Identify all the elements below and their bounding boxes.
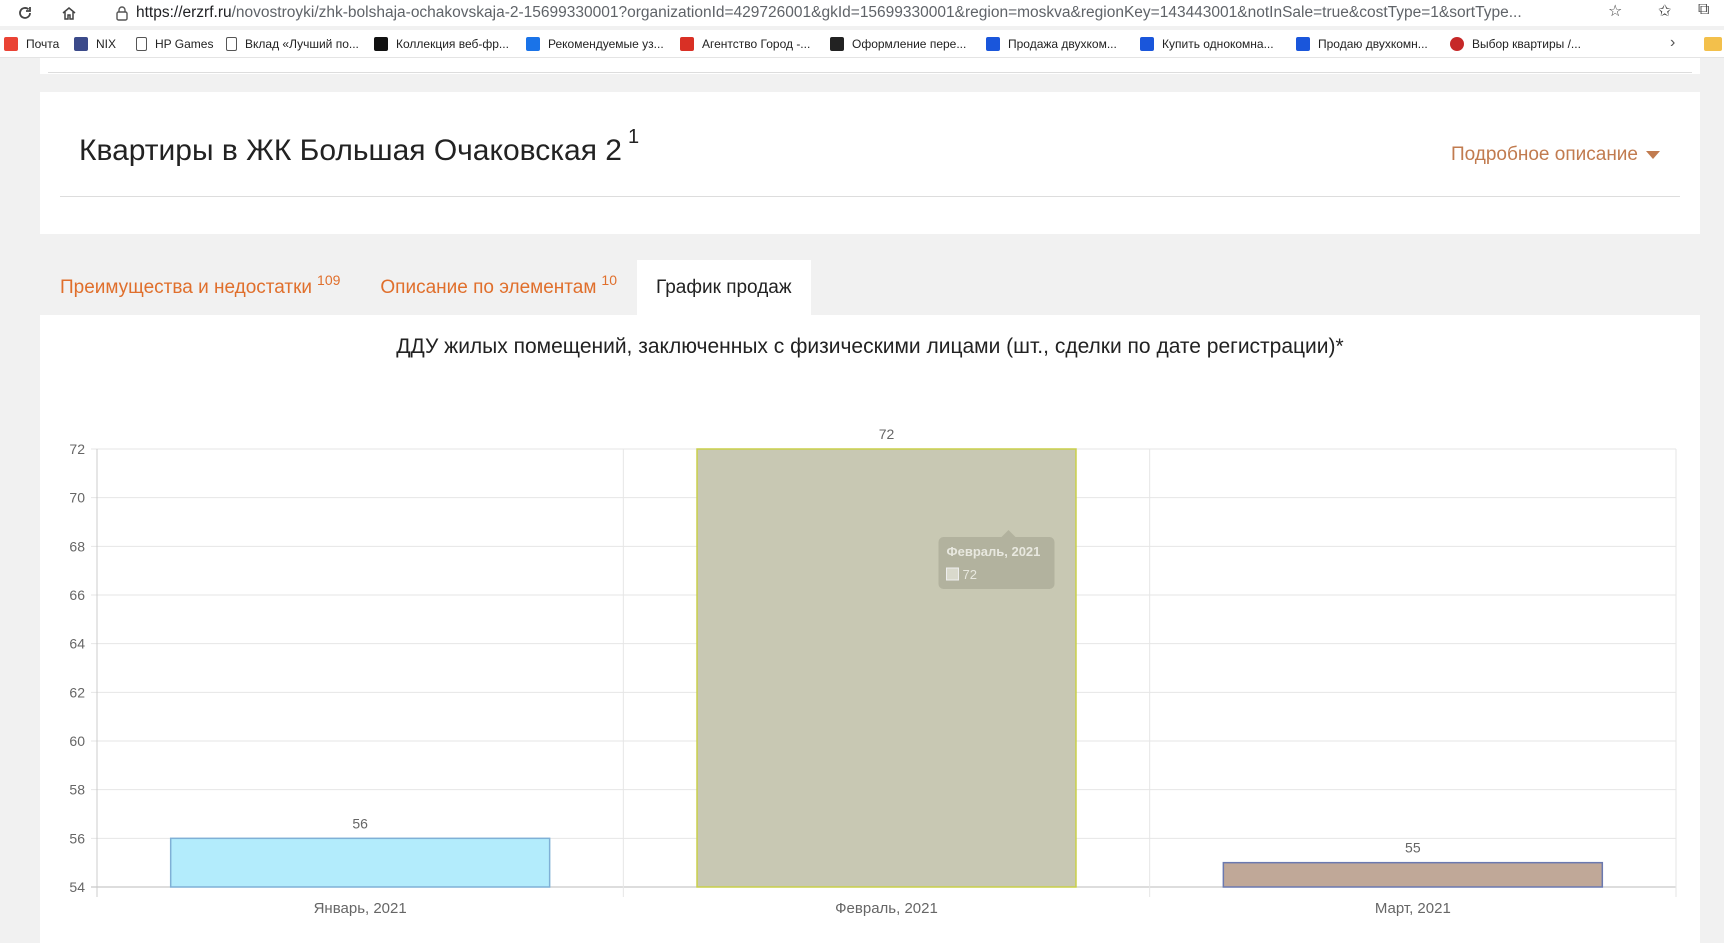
y-tick-label: 70	[69, 490, 85, 506]
bookmark-label: NIX	[96, 37, 117, 51]
circle-icon	[1450, 37, 1464, 51]
bookmark-item[interactable]: Агентство Город -...	[680, 37, 810, 51]
url-text: https://erzrf.ru/novostroyki/zhk-bolshaj…	[136, 4, 1576, 22]
data-label: 56	[352, 815, 368, 831]
bookmark-item[interactable]: Рекомендуемые уз...	[526, 37, 664, 51]
tab-label: Преимущества и недостатки	[60, 276, 313, 298]
y-tick-label: 72	[69, 441, 85, 457]
sales-bar-chart: 54 56 58 60 62 64 66 68 70 72 56 Январь, 2021 72 Февр…	[69, 426, 1677, 917]
plus-icon	[830, 37, 844, 51]
url-path: /novostroyki/zhk-bolshaja-ochakovskaja-2…	[231, 4, 1522, 21]
page-icon	[136, 37, 147, 51]
tab-elements[interactable]: Описание по элементам 10	[360, 260, 637, 315]
y-tick-label: 62	[69, 684, 85, 700]
avito-icon	[986, 37, 1000, 51]
y-tick-label: 54	[69, 879, 85, 895]
bookmark-label: Агентство Город -...	[702, 37, 811, 51]
bookmark-label: HP Games	[155, 37, 214, 51]
header-divider	[60, 196, 1680, 197]
tab-label: Описание по элементам	[380, 276, 597, 298]
x-tick-label: Февраль, 2021	[835, 900, 938, 917]
x-tick-label: Январь, 2021	[314, 900, 407, 917]
bookmark-label: Рекомендуемые уз...	[548, 37, 664, 51]
home-icon[interactable]	[56, 0, 82, 26]
lock-icon	[116, 6, 128, 21]
y-tick-label: 60	[69, 733, 85, 749]
top-strip	[40, 58, 1700, 74]
data-label: 55	[1405, 840, 1421, 856]
tab-count: 10	[601, 271, 617, 288]
browser-toolbar: https://erzrf.ru/novostroyki/zhk-bolshaj…	[0, 0, 1724, 26]
bar	[1222, 861, 1604, 888]
avito-icon	[1140, 37, 1154, 51]
bookmarks-bar: Почта NIX HP Games Вклад «Лучший по... Колле…	[0, 30, 1724, 58]
tab-label: График продаж	[656, 276, 792, 298]
favorites-list-icon[interactable]: ✩	[1658, 1, 1671, 21]
bookmark-item[interactable]: Продаю двухкомн...	[1296, 37, 1428, 51]
url-host: https://erzrf.ru	[136, 4, 232, 21]
favorite-star-icon[interactable]: ☆	[1608, 1, 1622, 21]
bookmark-item[interactable]: Вклад «Лучший по...	[226, 37, 359, 51]
bookmark-item[interactable]: Купить однокомна...	[1140, 37, 1274, 51]
bookmark-label: Оформление пере...	[852, 37, 967, 51]
bookmark-item[interactable]: HP Games	[136, 37, 213, 51]
chart-card: ДДУ жилых помещений, заключенных с физич…	[40, 315, 1700, 943]
avito-icon	[1296, 37, 1310, 51]
y-tick-label: 66	[69, 587, 85, 603]
tab-sales-chart[interactable]: График продаж	[637, 260, 811, 315]
tab-count: 109	[317, 271, 341, 288]
nix-icon	[74, 37, 88, 51]
reload-icon[interactable]	[12, 0, 38, 26]
y-tick-label: 58	[69, 782, 85, 798]
page-icon	[226, 37, 237, 51]
mail-icon	[4, 37, 18, 51]
y-tick-label: 68	[69, 538, 85, 554]
x-tick-label: Март, 2021	[1375, 900, 1451, 917]
header-card: Квартиры в ЖК Большая Очаковская 21 Подр…	[40, 92, 1700, 234]
bookmark-item[interactable]: NIX	[74, 37, 116, 51]
collections-icon[interactable]: ⧉	[1698, 1, 1709, 19]
collection-icon	[374, 37, 388, 51]
bookmark-label: Выбор квартиры /...	[1472, 37, 1581, 51]
bar	[696, 448, 1077, 888]
detail-description-link[interactable]: Подробное описание	[1451, 144, 1660, 166]
bookmark-item[interactable]: Коллекция веб-фр...	[374, 37, 509, 51]
bookmark-label: Почта	[26, 37, 60, 51]
tooltip-value: 72	[963, 567, 977, 582]
g-icon	[680, 37, 694, 51]
address-bar[interactable]: https://erzrf.ru/novostroyki/zhk-bolshaj…	[100, 0, 1636, 26]
detail-link-label: Подробное описание	[1450, 144, 1638, 165]
bookmark-label: Вклад «Лучший по...	[245, 37, 359, 51]
bookmark-label: Купить однокомна...	[1162, 37, 1274, 51]
bookmark-item[interactable]: Продажа двухком...	[986, 37, 1117, 51]
tooltip-title: Февраль, 2021	[947, 544, 1041, 559]
bing-icon	[526, 37, 540, 51]
data-label: 72	[879, 426, 895, 442]
bookmark-item[interactable]: Оформление пере...	[830, 37, 966, 51]
bar	[169, 837, 551, 888]
chevron-right-icon[interactable]: ›	[1670, 34, 1675, 52]
folder-icon[interactable]	[1704, 37, 1722, 51]
tab-pros-cons[interactable]: Преимущества и недостатки 109	[40, 260, 360, 315]
y-tick-label: 56	[69, 830, 85, 846]
page-title: Квартиры в ЖК Большая Очаковская 21	[79, 126, 639, 168]
page-title-text: Квартиры в ЖК Большая Очаковская 2	[79, 134, 622, 167]
bookmark-label: Продажа двухком...	[1008, 37, 1117, 51]
tabs: Преимущества и недостатки 109 Описание по…	[40, 260, 811, 315]
y-tick-label: 64	[69, 636, 85, 652]
bookmark-item[interactable]: Выбор квартиры /...	[1450, 37, 1581, 51]
bookmark-label: Коллекция веб-фр...	[396, 37, 509, 51]
caret-down-icon	[1646, 151, 1660, 159]
bookmark-item[interactable]: Почта	[4, 37, 59, 51]
bookmark-label: Продаю двухкомн...	[1318, 37, 1428, 51]
page-title-sup: 1	[627, 126, 640, 148]
tooltip-swatch	[946, 567, 959, 581]
